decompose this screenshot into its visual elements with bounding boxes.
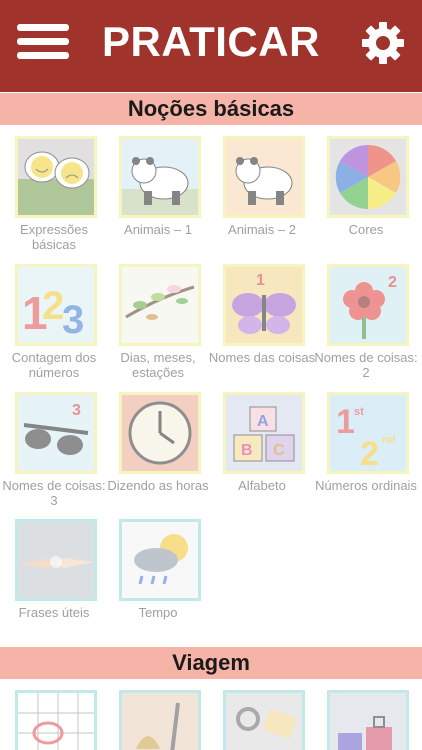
svg-text:3: 3 bbox=[62, 298, 84, 342]
svg-text:1: 1 bbox=[256, 272, 265, 289]
svg-text:nd: nd bbox=[382, 434, 395, 446]
svg-text:C: C bbox=[273, 442, 285, 459]
luggage-icon bbox=[327, 690, 409, 750]
tile-label: Animais – 2 bbox=[228, 222, 296, 237]
tile-label: Dizendo as horas bbox=[107, 478, 209, 493]
tile-label: Números ordinais bbox=[315, 478, 417, 493]
tile-label: Contagem dos números bbox=[11, 350, 97, 380]
svg-text:B: B bbox=[241, 442, 253, 459]
reception-bell-icon bbox=[119, 690, 201, 750]
svg-text:2: 2 bbox=[42, 284, 64, 328]
tile-label: Frases úteis bbox=[18, 605, 90, 620]
tile-label: Nomes das coisas bbox=[208, 350, 316, 365]
weather-cloud-icon bbox=[119, 519, 201, 601]
panda-icon bbox=[119, 136, 201, 218]
clock-icon bbox=[119, 392, 201, 474]
svg-text:2: 2 bbox=[388, 274, 397, 291]
tile-label: Nomes de coisas: 3 bbox=[2, 478, 106, 508]
svg-text:A: A bbox=[257, 413, 269, 430]
calendar-icon bbox=[15, 690, 97, 750]
page-title: PRATICAR bbox=[102, 18, 320, 65]
gear-icon[interactable] bbox=[360, 20, 406, 66]
branch-leaves-icon bbox=[119, 264, 201, 346]
abc-blocks-icon: A B C bbox=[223, 392, 305, 474]
tile-label: Expressões básicas bbox=[20, 222, 88, 252]
flower-icon: 2 bbox=[327, 264, 409, 346]
tile-label: Alfabeto bbox=[238, 478, 286, 493]
tile-label: Animais – 1 bbox=[124, 222, 192, 237]
butterfly-icon: 1 bbox=[223, 264, 305, 346]
sunglasses-icon: 3 bbox=[15, 392, 97, 474]
smiley-faces-icon bbox=[15, 136, 97, 218]
color-wheel-icon bbox=[327, 136, 409, 218]
ordinal-1st-2nd-icon: 1 st 2 nd bbox=[327, 392, 409, 474]
svg-text:st: st bbox=[354, 406, 364, 418]
svg-text:2: 2 bbox=[360, 435, 379, 471]
key-tag-icon bbox=[223, 690, 305, 750]
svg-text:3: 3 bbox=[72, 402, 81, 419]
top-bar: PRATICAR bbox=[0, 0, 422, 92]
tile-label: Nomes de coisas: 2 bbox=[314, 350, 418, 380]
svg-text:1: 1 bbox=[336, 403, 355, 441]
tile-label: Tempo bbox=[138, 605, 178, 620]
tile-label: Cores bbox=[348, 222, 384, 237]
section-header-viagem: Viagem bbox=[0, 647, 422, 679]
numbers-123-icon: 1 2 3 bbox=[15, 264, 97, 346]
section-header-nocoes-basicas: Noções básicas bbox=[0, 93, 422, 125]
panda-icon bbox=[223, 136, 305, 218]
tile-label: Dias, meses, estações bbox=[120, 350, 196, 380]
handshake-icon bbox=[15, 519, 97, 601]
